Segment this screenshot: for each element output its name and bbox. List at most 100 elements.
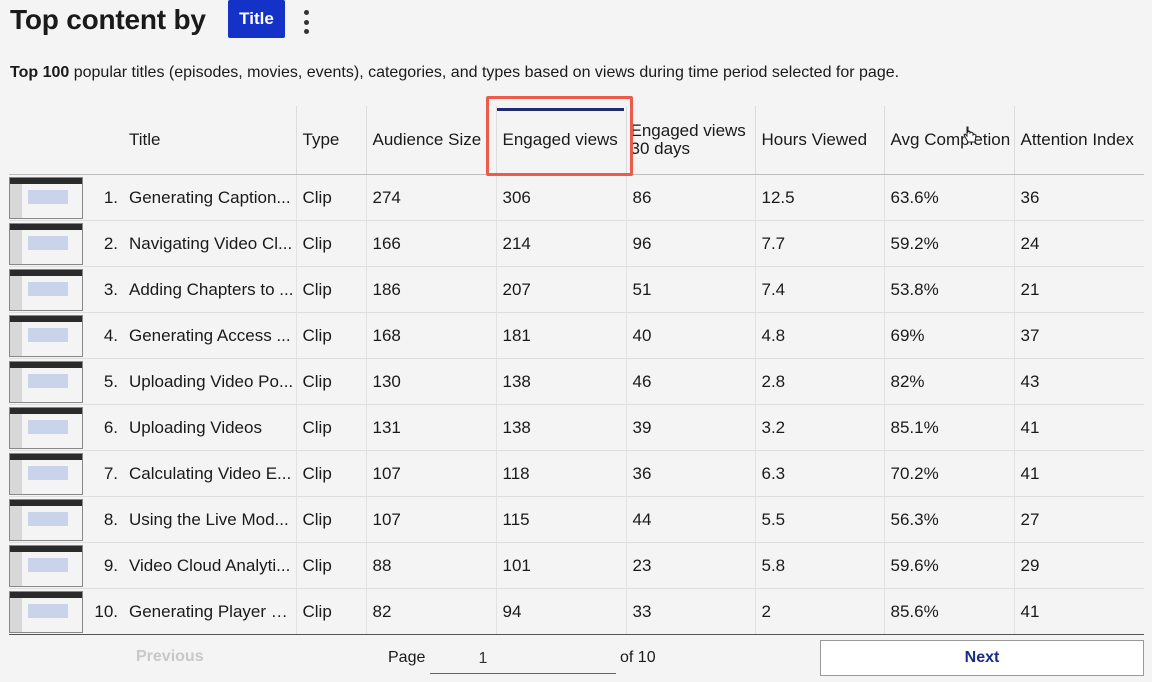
next-page-button[interactable]: Next [820, 640, 1144, 676]
rank-cell: 1. [85, 174, 128, 221]
rank-cell: 9. [85, 542, 128, 589]
header-engaged-views-30-days[interactable]: Engaged views 30 days [625, 106, 755, 175]
attention-index-cell: 27 [1013, 496, 1144, 543]
hours-viewed-cell: 3.2 [754, 404, 884, 451]
avg-completion-cell: 69% [883, 312, 1014, 359]
table-row[interactable]: 3. Adding Chapters to ... Clip 186 207 51 7.4 5… [9, 266, 1144, 313]
type-cell: Clip [295, 496, 366, 543]
engaged-views-cell: 181 [495, 312, 626, 359]
thumbnail-cell [9, 588, 85, 635]
rank-cell: 7. [85, 450, 128, 497]
title-cell[interactable]: Adding Chapters to ... [128, 266, 296, 313]
description-bold: Top 100 [10, 64, 70, 81]
avg-completion-cell: 59.6% [883, 542, 1014, 589]
thumbnail-cell [9, 450, 85, 497]
rank-cell: 8. [85, 496, 128, 543]
type-cell: Clip [295, 312, 366, 359]
table-row[interactable]: 6. Uploading Videos Clip 131 138 39 3.2 85.1% 41 [9, 404, 1144, 451]
hours-viewed-cell: 2 [754, 588, 884, 635]
header-audience-size[interactable]: Audience Size [365, 106, 496, 175]
title-cell[interactable]: Generating Player C... [128, 588, 296, 635]
thumbnail-cell [9, 266, 85, 313]
title-cell[interactable]: Navigating Video Cl... [128, 220, 296, 267]
rank-cell: 10. [85, 588, 128, 635]
header-title[interactable]: Title [128, 106, 296, 175]
engaged-views-cell: 207 [495, 266, 626, 313]
table-row[interactable]: 1. Generating Caption... Clip 274 306 86 12.5 6… [9, 174, 1144, 221]
audience-size-cell: 274 [365, 174, 496, 221]
hours-viewed-cell: 6.3 [754, 450, 884, 497]
type-cell: Clip [295, 174, 366, 221]
attention-index-cell: 41 [1013, 450, 1144, 497]
type-cell: Clip [295, 588, 366, 635]
avg-completion-cell: 82% [883, 358, 1014, 405]
video-thumbnail [9, 453, 83, 495]
thumbnail-cell [9, 404, 85, 451]
header-type[interactable]: Type [295, 106, 366, 175]
engaged-views-cell: 138 [495, 358, 626, 405]
attention-index-cell: 43 [1013, 358, 1144, 405]
hours-viewed-cell: 4.8 [754, 312, 884, 359]
rank-cell: 5. [85, 358, 128, 405]
audience-size-cell: 88 [365, 542, 496, 589]
table-row[interactable]: 8. Using the Live Mod... Clip 107 115 44 5.5 56… [9, 496, 1144, 543]
top-content-table: Title Type Audience Size Engaged views E… [9, 106, 1144, 635]
rank-cell: 2. [85, 220, 128, 267]
rank-cell: 4. [85, 312, 128, 359]
audience-size-cell: 131 [365, 404, 496, 451]
title-cell[interactable]: Uploading Video Po... [128, 358, 296, 405]
table-row[interactable]: 5. Uploading Video Po... Clip 130 138 46 2.8 82… [9, 358, 1144, 405]
type-cell: Clip [295, 450, 366, 497]
attention-index-cell: 21 [1013, 266, 1144, 313]
engaged-views-cell: 118 [495, 450, 626, 497]
type-cell: Clip [295, 266, 366, 313]
engaged-views-cell: 115 [495, 496, 626, 543]
rank-cell: 3. [85, 266, 128, 313]
previous-page-button[interactable]: Previous [136, 648, 204, 666]
audience-size-cell: 166 [365, 220, 496, 267]
avg-completion-cell: 85.1% [883, 404, 1014, 451]
title-cell[interactable]: Uploading Videos [128, 404, 296, 451]
table-description: Top 100 popular titles (episodes, movies… [10, 64, 899, 82]
page-label: Page [388, 649, 426, 666]
video-thumbnail [9, 315, 83, 357]
audience-size-cell: 168 [365, 312, 496, 359]
thumbnail-cell [9, 220, 85, 267]
engaged-views-30-days-cell: 33 [625, 588, 755, 635]
title-cell[interactable]: Using the Live Mod... [128, 496, 296, 543]
table-row[interactable]: 10. Generating Player C... Clip 82 94 33 2 85.6… [9, 588, 1144, 635]
table-row[interactable]: 9. Video Cloud Analyti... Clip 88 101 23 5.8 59… [9, 542, 1144, 589]
attention-index-cell: 37 [1013, 312, 1144, 359]
avg-completion-cell: 63.6% [883, 174, 1014, 221]
more-options-icon[interactable] [298, 10, 314, 34]
engaged-views-30-days-cell: 36 [625, 450, 755, 497]
title-cell[interactable]: Calculating Video E... [128, 450, 296, 497]
engaged-views-30-days-cell: 96 [625, 220, 755, 267]
sorted-column-highlight [486, 96, 633, 176]
hours-viewed-cell: 12.5 [754, 174, 884, 221]
dimension-dropdown-button[interactable]: Title [228, 0, 285, 38]
attention-index-cell: 41 [1013, 588, 1144, 635]
avg-completion-cell: 70.2% [883, 450, 1014, 497]
engaged-views-30-days-cell: 86 [625, 174, 755, 221]
hours-viewed-cell: 7.7 [754, 220, 884, 267]
title-cell[interactable]: Generating Access ... [128, 312, 296, 359]
avg-completion-cell: 53.8% [883, 266, 1014, 313]
table-row[interactable]: 4. Generating Access ... Clip 168 181 40 4.8 69… [9, 312, 1144, 359]
audience-size-cell: 82 [365, 588, 496, 635]
title-cell[interactable]: Video Cloud Analyti... [128, 542, 296, 589]
table-row[interactable]: 2. Navigating Video Cl... Clip 166 214 96 7.7 5… [9, 220, 1144, 267]
hours-viewed-cell: 5.5 [754, 496, 884, 543]
header-hours-viewed[interactable]: Hours Viewed [754, 106, 884, 175]
page-title: Top content by [10, 4, 206, 35]
video-thumbnail [9, 361, 83, 403]
page-number-input[interactable] [430, 644, 616, 674]
title-cell[interactable]: Generating Caption... [128, 174, 296, 221]
attention-index-cell: 41 [1013, 404, 1144, 451]
video-thumbnail [9, 269, 83, 311]
audience-size-cell: 107 [365, 496, 496, 543]
header-attention-index[interactable]: Attention Index [1013, 106, 1144, 175]
header-avg-completion[interactable]: Avg Completion [883, 106, 1014, 175]
engaged-views-30-days-cell: 44 [625, 496, 755, 543]
table-row[interactable]: 7. Calculating Video E... Clip 107 118 36 6.3 7… [9, 450, 1144, 497]
